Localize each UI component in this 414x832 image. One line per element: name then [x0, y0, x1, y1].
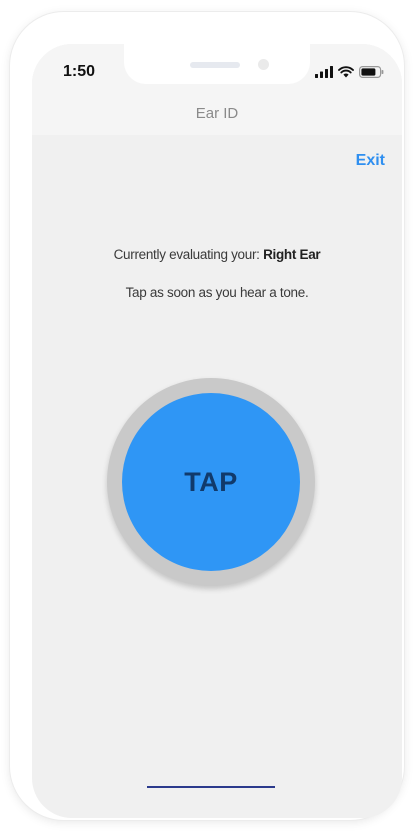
evaluating-prefix: Currently evaluating your: — [113, 247, 260, 262]
status-icons — [315, 65, 384, 83]
device-notch — [124, 44, 310, 84]
evaluating-text: Currently evaluating your: Right Ear — [32, 247, 402, 262]
battery-icon — [359, 65, 384, 83]
navigation-bar: 1:50 Ear ID — [32, 44, 402, 135]
page-title: Ear ID — [195, 105, 239, 122]
front-camera — [258, 59, 269, 70]
instruction-text: Tap as soon as you hear a tone. — [125, 285, 309, 300]
tap-button-label: TAP — [184, 466, 238, 497]
tap-button[interactable]: TAP — [122, 393, 300, 571]
status-time: 1:50 — [63, 63, 96, 80]
cellular-signal-icon — [315, 65, 333, 83]
wifi-icon — [338, 65, 354, 83]
exit-button[interactable]: Exit — [356, 152, 385, 170]
speaker-grille — [190, 62, 240, 68]
home-indicator[interactable] — [147, 786, 275, 788]
current-ear-label: Right Ear — [263, 247, 321, 262]
app-screen: 1:50 Ear ID Exit Currently evaluating yo… — [32, 44, 402, 818]
phone-frame: 1:50 Ear ID Exit Currently evaluating yo… — [10, 12, 404, 820]
